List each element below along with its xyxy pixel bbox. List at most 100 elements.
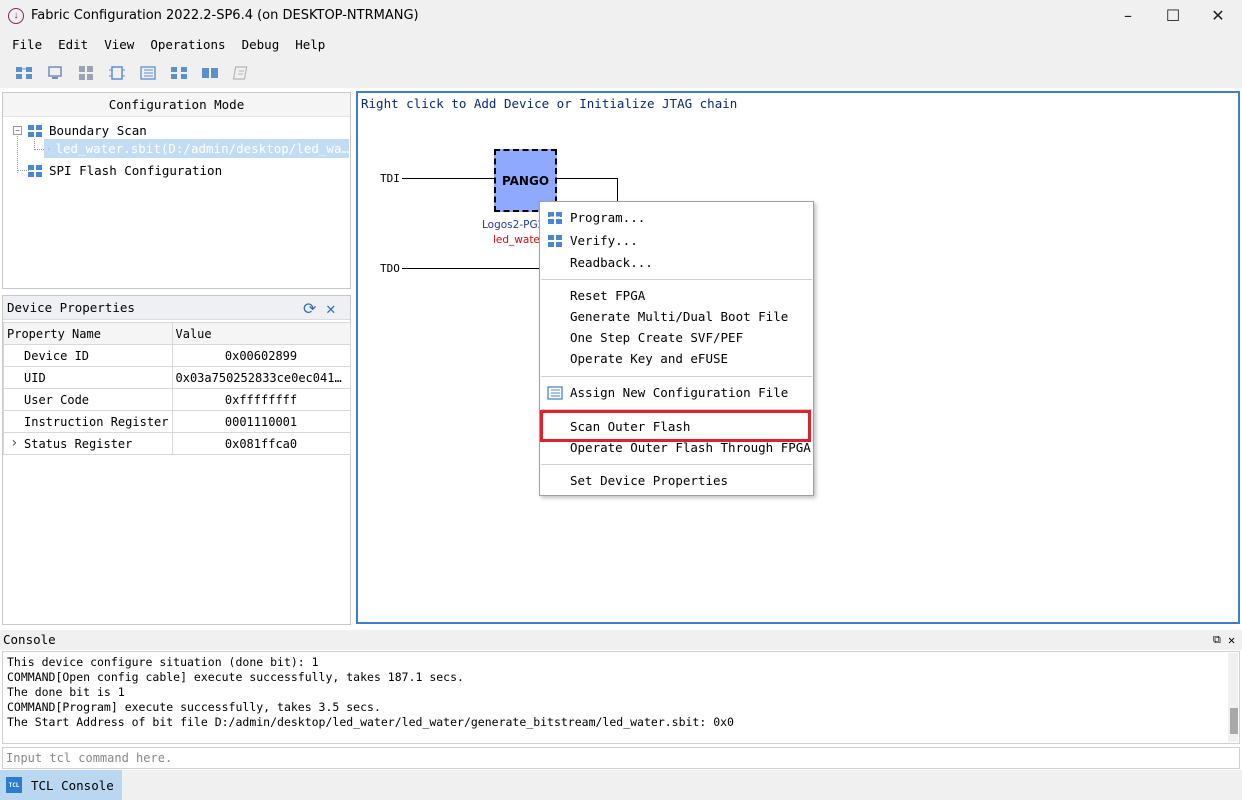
device-properties-panel: Device Properties ⟳ ✕ Property Name Valu… [2, 295, 351, 625]
chip-out-wire [557, 178, 618, 179]
menu-item-reset-fpga[interactable]: Reset FPGA [570, 287, 645, 305]
window-title: Fabric Configuration 2022.2-SP6.4 (on DE… [31, 8, 419, 23]
menu-item-readback[interactable]: Readback... [570, 254, 653, 272]
program-icon [548, 212, 562, 224]
tree-item-boundary-scan[interactable]: Boundary Scan [27, 121, 147, 140]
table-row[interactable]: Device ID 0x00602899 [3, 344, 351, 367]
menu-item-set-device-properties[interactable]: Set Device Properties [570, 472, 728, 490]
menu-operations[interactable]: Operations [142, 37, 233, 52]
highlight-box [540, 410, 811, 442]
menu-item-generate-boot-file[interactable]: Generate Multi/Dual Boot File [570, 308, 788, 326]
property-value: 0x081ffca0 [171, 432, 351, 455]
console-header: Console ⧉ ✕ [0, 630, 1242, 650]
chain-alt-icon[interactable] [194, 62, 225, 84]
table-row[interactable]: Instruction Register 0001110001 [3, 410, 351, 433]
tdo-wire [402, 268, 542, 269]
property-name: UID [3, 366, 173, 389]
property-value: 0x03a750252833ce0ec0411… [171, 366, 351, 389]
console-line: The Start Address of bit file D:/admin/d… [7, 715, 734, 729]
tree-connector [34, 149, 44, 150]
monitor-icon[interactable] [39, 62, 70, 84]
tdi-wire [402, 178, 494, 179]
property-name: Device ID [3, 344, 173, 367]
tab-tcl-console[interactable]: TCL TCL Console [0, 770, 122, 800]
boundary-scan-icon[interactable] [8, 62, 39, 84]
close-button[interactable]: ✕ [1195, 0, 1241, 31]
menu-separator [541, 464, 812, 465]
refresh-icon[interactable]: ⟳ [303, 299, 316, 318]
minimize-button[interactable]: – [1105, 0, 1151, 31]
menu-item-program[interactable]: Program... [570, 209, 645, 227]
menu-separator [541, 279, 812, 280]
toolbar [0, 58, 1242, 88]
menu-separator [541, 376, 812, 377]
list-icon[interactable] [132, 62, 163, 84]
menu-item-assign-config-file[interactable]: Assign New Configuration File [570, 384, 788, 402]
close-icon[interactable]: ✕ [326, 299, 336, 318]
device-context-menu: Program... Verify... Readback... Reset F… [539, 201, 814, 496]
title-bar: ↓ Fabric Configuration 2022.2-SP6.4 (on … [0, 0, 1242, 31]
chip-model: Logos2-PG2 [482, 219, 545, 231]
menu-help[interactable]: Help [287, 37, 333, 52]
status-bar [122, 770, 1242, 800]
menu-debug[interactable]: Debug [234, 37, 288, 52]
tree-item-led-water-file[interactable]: led_water.sbit(D:/admin/desktop/led_wa… [44, 139, 349, 158]
close-icon[interactable]: ✕ [1228, 630, 1235, 650]
console-line: This device configure situation (done bi… [7, 655, 319, 669]
grid-icon[interactable] [70, 62, 101, 84]
tree-connector [17, 134, 18, 173]
menu-edit[interactable]: Edit [50, 37, 96, 52]
tree-label: SPI Flash Configuration [49, 163, 223, 178]
menu-item-verify[interactable]: Verify... [570, 232, 638, 250]
tdi-label: TDI [380, 172, 400, 185]
tree-label: led_water.sbit(D:/admin/desktop/led_wa… [55, 141, 350, 156]
property-name: User Code [3, 388, 173, 411]
device-properties-title: Device Properties [7, 300, 135, 315]
tdo-label: TDO [380, 262, 400, 275]
column-header-property: Property Name [3, 322, 173, 345]
file-disabled-icon[interactable] [225, 62, 256, 84]
property-name-expandable: › Status Register [3, 432, 173, 455]
chip-label: PANGO [501, 173, 550, 188]
table-row[interactable]: User Code 0xffffffff [3, 388, 351, 411]
spi-flash-icon [28, 164, 42, 177]
console-line: COMMAND[Program] execute successfully, t… [7, 700, 381, 714]
verify-icon [548, 235, 562, 247]
collapse-toggle[interactable]: − [13, 126, 22, 135]
maximize-button[interactable]: ☐ [1150, 0, 1196, 31]
menu-file[interactable]: File [4, 37, 50, 52]
menu-bar: File Edit View Operations Debug Help [0, 31, 1242, 58]
chevron-right-icon[interactable]: › [10, 435, 18, 451]
column-header-value: Value [171, 322, 351, 345]
tree-label: Boundary Scan [49, 123, 147, 138]
tree-item-spi-flash[interactable]: SPI Flash Configuration [27, 161, 222, 180]
property-value: 0xffffffff [171, 388, 351, 411]
table-row[interactable]: › Status Register 0x081ffca0 [3, 432, 351, 455]
chain-icon[interactable] [163, 62, 194, 84]
assign-config-icon [547, 386, 563, 400]
table-row[interactable]: UID 0x03a750252833ce0ec0411… [3, 366, 351, 389]
restore-icon[interactable]: ⧉ [1213, 630, 1221, 650]
property-name: Status Register [24, 436, 133, 451]
table-header-row: Property Name Value [3, 322, 351, 345]
menu-view[interactable]: View [96, 37, 142, 52]
configuration-mode-panel: Configuration Mode − Boundary Scan led_w… [2, 92, 351, 289]
console-output[interactable]: This device configure situation (done bi… [2, 651, 1240, 744]
tcl-command-input[interactable]: Input tcl command here. [2, 747, 1240, 769]
device-properties-header: Device Properties ⟳ ✕ [3, 296, 350, 320]
console-line: The done bit is 1 [7, 685, 125, 699]
chip-return-wire [617, 178, 618, 202]
boundary-scan-icon [28, 124, 42, 137]
console-scroll-thumb[interactable] [1230, 708, 1238, 734]
configuration-mode-header: Configuration Mode [3, 93, 350, 117]
console-line: COMMAND[Open config cable] execute succe… [7, 670, 464, 684]
tab-label: TCL Console [31, 777, 114, 793]
menu-item-operate-outer-flash[interactable]: Operate Outer Flash Through FPGA [570, 439, 811, 457]
menu-item-one-step-create[interactable]: One Step Create SVF/PEF [570, 329, 743, 347]
chip-icon[interactable] [101, 62, 132, 84]
chip-icon [48, 147, 50, 150]
menu-item-operate-key-efuse[interactable]: Operate Key and eFUSE [570, 350, 728, 368]
canvas-hint: Right click to Add Device or Initialize … [361, 96, 738, 111]
property-value: 0x00602899 [171, 344, 351, 367]
console-title: Console [3, 632, 56, 647]
